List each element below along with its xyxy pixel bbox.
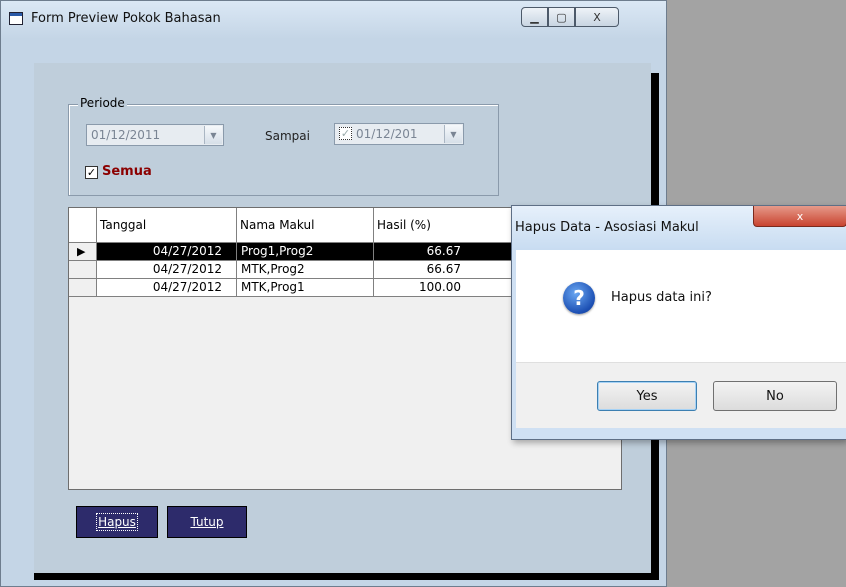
close-icon: X [593, 10, 601, 24]
question-icon: ? [563, 282, 595, 314]
confirm-dialog: Hapus Data - Asosiasi Makul x ? Hapus da… [511, 205, 846, 440]
sampai-label: Sampai [265, 129, 310, 143]
from-date-dropdown-icon[interactable]: ▼ [204, 126, 222, 144]
window-titlebar[interactable]: Form Preview Pokok Bahasan ▁ ▢ X [1, 1, 666, 39]
from-date-value: 01/12/2011 [91, 128, 161, 142]
cell-nama-makul[interactable]: Prog1,Prog2 [237, 243, 374, 261]
dialog-titlebar[interactable]: Hapus Data - Asosiasi Makul x [512, 206, 846, 250]
periode-group [68, 104, 499, 196]
cell-hasil[interactable]: 66.67 [374, 261, 514, 279]
semua-label[interactable]: Semua [102, 164, 152, 179]
row-selector-2[interactable] [69, 261, 97, 279]
cell-tanggal[interactable]: 04/27/2012 [97, 261, 237, 279]
row-pointer-icon: ▶ [77, 245, 86, 258]
minimize-button[interactable]: ▁ [521, 7, 548, 27]
grid-corner-header [69, 208, 97, 243]
tutup-button[interactable]: Tutup [167, 506, 247, 538]
dialog-close-button[interactable]: x [753, 206, 846, 227]
cell-nama-makul[interactable]: MTK,Prog2 [237, 261, 374, 279]
from-date-picker[interactable]: 01/12/2011 ▼ [86, 124, 224, 146]
no-button[interactable]: No [713, 381, 837, 411]
cell-tanggal[interactable]: 04/27/2012 [97, 279, 237, 297]
periode-legend: Periode [78, 96, 127, 110]
to-date-value: 01/12/201 [356, 127, 418, 141]
tutup-label: Tutup [190, 515, 224, 529]
caption-buttons: ▁ ▢ X [521, 7, 619, 27]
yes-button[interactable]: Yes [597, 381, 697, 411]
dialog-title: Hapus Data - Asosiasi Makul [515, 220, 699, 235]
cell-nama-makul[interactable]: MTK,Prog1 [237, 279, 374, 297]
grid-header-nama-makul[interactable]: Nama Makul [237, 208, 374, 243]
minimize-icon: ▁ [530, 10, 539, 24]
client-border-bottom [34, 573, 659, 580]
cell-hasil[interactable]: 66.67 [374, 243, 514, 261]
window-title: Form Preview Pokok Bahasan [31, 11, 221, 26]
dialog-close-icon: x [796, 209, 804, 223]
semua-checkbox[interactable]: ✓ [85, 166, 98, 179]
to-date-dropdown-icon[interactable]: ▼ [444, 125, 462, 143]
row-selector-1[interactable]: ▶ [69, 243, 97, 261]
row-selector-3[interactable] [69, 279, 97, 297]
yes-label: Yes [636, 388, 658, 404]
form-window-icon [9, 12, 23, 25]
maximize-button[interactable]: ▢ [548, 7, 575, 27]
cell-tanggal[interactable]: 04/27/2012 [97, 243, 237, 261]
grid-header-tanggal[interactable]: Tanggal [97, 208, 237, 243]
maximize-icon: ▢ [556, 10, 567, 24]
grid-header-hasil[interactable]: Hasil (%) [374, 208, 514, 243]
close-button[interactable]: X [575, 7, 619, 27]
cell-hasil[interactable]: 100.00 [374, 279, 514, 297]
hapus-button[interactable]: Hapus [76, 506, 158, 538]
dialog-message: Hapus data ini? [611, 290, 712, 305]
hapus-label: Hapus [96, 513, 138, 531]
to-date-checkbox[interactable]: ✓ [339, 127, 352, 140]
to-date-picker[interactable]: ✓ 01/12/201 ▼ [334, 123, 464, 145]
no-label: No [766, 388, 784, 404]
